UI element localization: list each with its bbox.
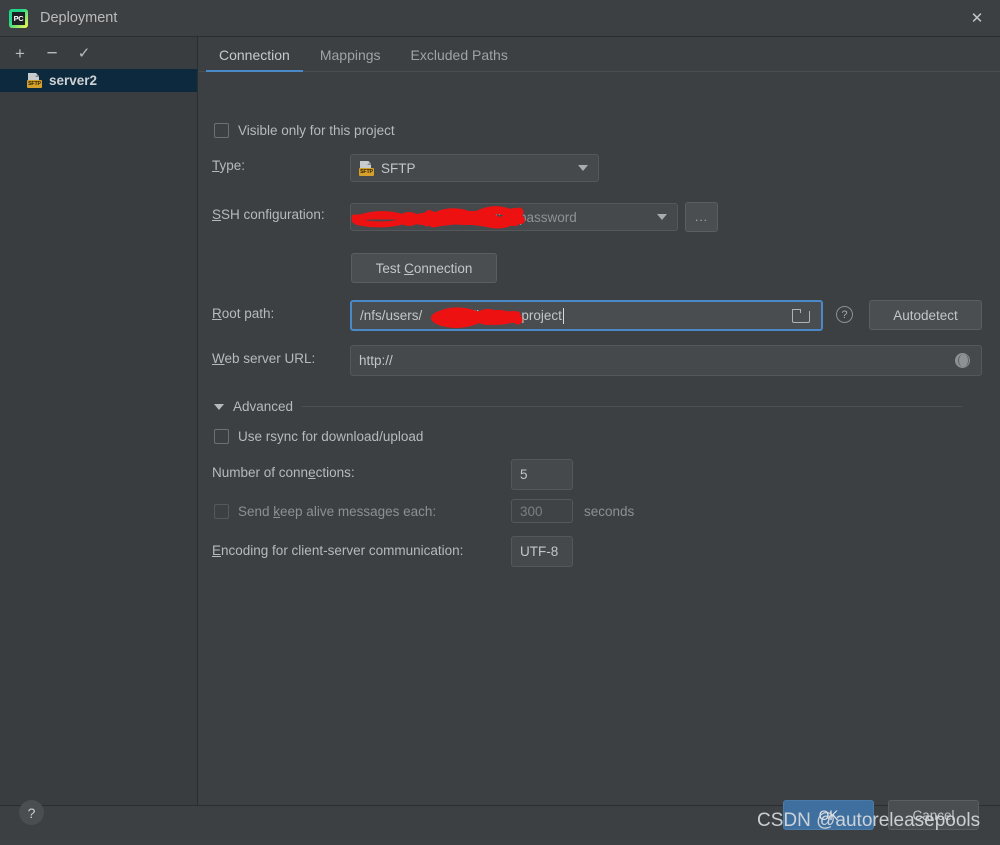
type-label: Type: (212, 158, 246, 173)
connections-label-row: Number of connections: (212, 465, 355, 480)
number-of-connections-label: Number of connections: (212, 465, 355, 480)
server-list-toolbar: + − ✓ (0, 37, 197, 69)
ssh-auth-type: password (519, 209, 577, 225)
text-caret (562, 307, 564, 324)
server-list: SFTP server2 (0, 69, 197, 92)
add-server-icon[interactable]: + (6, 40, 34, 66)
root-path-value-tail: /jinrong_project (469, 308, 562, 323)
autodetect-button[interactable]: Autodetect (869, 300, 982, 330)
set-default-icon[interactable]: ✓ (70, 40, 98, 66)
tab-connection[interactable]: Connection (204, 47, 305, 72)
encoding-input[interactable]: UTF-8 (511, 536, 573, 567)
ssh-configuration-dropdown[interactable]: xxxxxxxx@xxxxxxxxxx :22 password (350, 203, 678, 231)
tab-mappings[interactable]: Mappings (305, 47, 396, 71)
type-dropdown[interactable]: SFTP SFTP (350, 154, 599, 182)
keepalive-checkbox[interactable] (214, 504, 229, 519)
advanced-section-header[interactable]: Advanced (214, 399, 982, 414)
root-path-help-icon[interactable]: ? (836, 306, 853, 323)
title-bar: PC Deployment ✕ (0, 0, 1000, 37)
help-button[interactable]: ? (19, 800, 44, 825)
web-server-url-input[interactable]: http:// (350, 345, 982, 376)
root-path-label: Root path: (212, 306, 275, 321)
rsync-row[interactable]: Use rsync for download/upload (214, 429, 423, 444)
rsync-checkbox[interactable] (214, 429, 229, 444)
section-divider (302, 406, 962, 407)
server-list-panel: + − ✓ SFTP server2 (0, 37, 198, 805)
rsync-label: Use rsync for download/upload (238, 429, 424, 444)
chevron-down-icon (578, 165, 588, 171)
globe-icon[interactable] (955, 353, 970, 368)
chevron-down-icon (214, 403, 224, 410)
web-server-url-label: Web server URL: (212, 351, 316, 366)
sftp-icon: SFTP (27, 73, 42, 88)
deployment-dialog: PC Deployment ✕ + − ✓ SFTP server2 Conne… (0, 0, 1000, 845)
folder-icon[interactable] (792, 308, 810, 323)
keepalive-label: Send keep alive messages each: (238, 504, 437, 519)
test-connection-button[interactable]: Test Connection (351, 253, 497, 283)
keepalive-row[interactable]: Send keep alive messages each: (214, 504, 436, 519)
tab-excluded-paths[interactable]: Excluded Paths (396, 47, 523, 71)
number-of-connections-input[interactable]: 5 (511, 459, 573, 490)
keepalive-unit-label: seconds (584, 504, 635, 519)
sftp-badge-label: SFTP (27, 80, 42, 88)
watermark-label: CSDN @autoreleasepools (757, 810, 981, 831)
encoding-label: Encoding for client-server communication… (212, 543, 464, 558)
visible-only-checkbox[interactable] (214, 123, 229, 138)
keepalive-value-input[interactable]: 300 (511, 499, 573, 523)
ssh-label-row: SSH configuration: (212, 207, 325, 222)
ssh-configuration-label: SSH configuration: (212, 207, 325, 222)
visible-only-row[interactable]: Visible only for this project (214, 123, 395, 138)
visible-only-label: Visible only for this project (238, 123, 395, 138)
connection-form: Visible only for this project Type: SFTP… (199, 72, 1000, 567)
close-icon[interactable]: ✕ (954, 0, 1000, 36)
type-value: SFTP (381, 160, 416, 176)
encoding-label-row: Encoding for client-server communication… (212, 543, 463, 558)
main-panel: Connection Mappings Excluded Paths Visib… (199, 37, 1000, 805)
remove-server-icon[interactable]: − (38, 40, 66, 66)
web-server-url-value: http:// (359, 353, 393, 368)
root-path-input[interactable]: /nfs/users/ xxxxxxx /jinrong_project (350, 300, 823, 331)
chevron-down-icon (657, 214, 667, 220)
root-path-value: /nfs/users/ (360, 308, 423, 323)
pycharm-logo-icon: PC (9, 8, 28, 28)
server-name-label: server2 (49, 73, 98, 88)
type-label-row: Type: (212, 158, 245, 173)
root-path-label-row: Root path: (212, 306, 274, 321)
ssh-browse-button[interactable]: ... (685, 202, 718, 232)
list-item[interactable]: SFTP server2 (0, 69, 197, 92)
ssh-port-value: :22 (494, 209, 513, 225)
test-connection-label: Test Connection (375, 260, 473, 276)
window-title: Deployment (40, 10, 118, 26)
sftp-icon: SFTP (359, 160, 374, 176)
web-url-label-row: Web server URL: (212, 351, 315, 366)
sftp-badge-label: SFTP (359, 167, 374, 176)
tab-bar: Connection Mappings Excluded Paths (199, 37, 1000, 72)
advanced-section-label: Advanced (233, 399, 294, 414)
